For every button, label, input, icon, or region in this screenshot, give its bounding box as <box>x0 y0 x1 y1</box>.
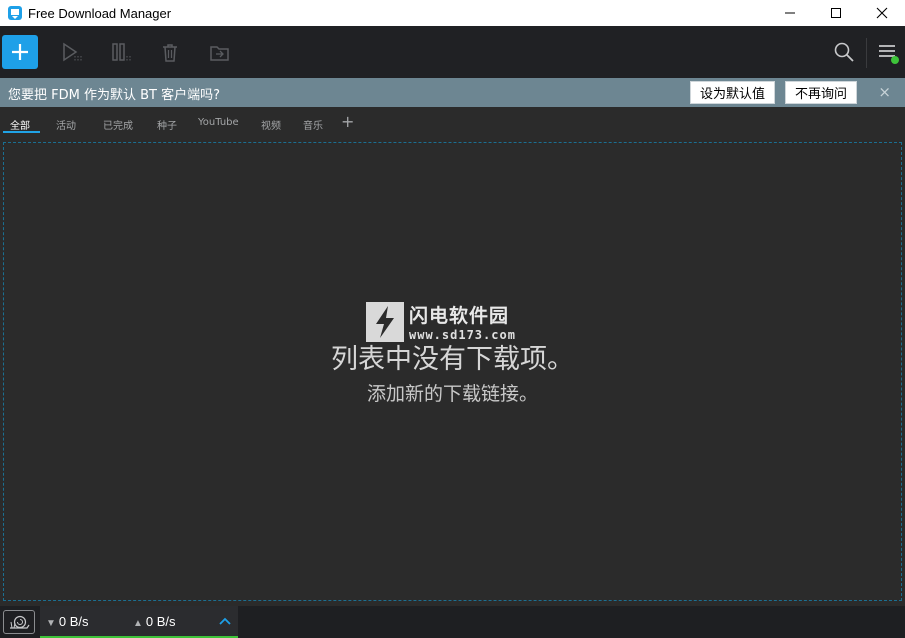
online-status-dot <box>891 56 899 64</box>
window-controls <box>767 0 905 26</box>
upload-speed-value: 0 B/s <box>145 614 176 629</box>
upload-speed: ▲ 0 B/s <box>133 614 176 629</box>
empty-list-title: 列表中没有下载项。 <box>331 344 574 375</box>
chevron-up-icon <box>219 617 231 625</box>
notice-text: 您要把 FDM 作为默认 BT 客户端吗? <box>8 88 220 103</box>
delete-button[interactable] <box>160 42 182 64</box>
set-default-button[interactable]: 设为默认值 <box>690 81 775 104</box>
add-download-button[interactable] <box>2 35 38 69</box>
speed-limit-button[interactable] <box>3 610 35 634</box>
dont-ask-again-button[interactable]: 不再询问 <box>785 81 857 104</box>
plus-icon <box>12 44 28 60</box>
download-speed: ▼ 0 B/s <box>46 614 89 629</box>
filter-tabs: 全部 活动 已完成 种子 YouTube 视频 音乐 + <box>0 107 905 140</box>
snail-icon <box>10 615 30 629</box>
status-bar: ▼ 0 B/s ▲ 0 B/s <box>0 606 905 638</box>
download-list-dropzone[interactable]: 闪电软件园 www.sd173.com 列表中没有下载项。 添加新的下载链接。 <box>3 142 902 601</box>
tab-music[interactable]: 音乐 <box>303 117 323 132</box>
download-speed-value: 0 B/s <box>58 614 89 629</box>
maximize-button[interactable] <box>813 0 859 26</box>
toolbar-separator <box>866 38 867 68</box>
watermark: 闪电软件园 www.sd173.com <box>366 301 516 342</box>
download-arrow-icon: ▼ <box>46 618 56 629</box>
pause-button[interactable] <box>111 42 133 64</box>
play-icon <box>63 42 82 62</box>
pause-icon <box>112 43 131 62</box>
close-button[interactable] <box>859 0 905 26</box>
minimize-icon <box>785 12 795 14</box>
maximize-icon <box>831 8 841 18</box>
add-tab-button[interactable]: + <box>341 114 354 130</box>
tab-youtube[interactable]: YouTube <box>198 117 239 128</box>
upload-arrow-icon: ▲ <box>133 618 143 629</box>
resume-button[interactable] <box>61 42 83 64</box>
move-folder-icon <box>210 46 229 61</box>
toolbar <box>0 26 905 78</box>
tab-completed[interactable]: 已完成 <box>103 117 133 132</box>
tab-torrents[interactable]: 种子 <box>157 117 177 132</box>
minimize-button[interactable] <box>767 0 813 26</box>
move-to-folder-button[interactable] <box>209 42 231 64</box>
tab-all[interactable]: 全部 <box>10 117 30 132</box>
close-icon <box>876 7 888 19</box>
default-client-notice: 您要把 FDM 作为默认 BT 客户端吗? 设为默认值 不再询问 × <box>0 78 905 107</box>
window-title: Free Download Manager <box>28 5 172 21</box>
active-tab-indicator <box>3 131 40 133</box>
search-button[interactable] <box>833 41 855 63</box>
fdm-logo-icon <box>7 5 23 21</box>
speed-panel: ▼ 0 B/s ▲ 0 B/s <box>40 606 238 638</box>
notice-close-icon[interactable]: × <box>878 83 891 101</box>
empty-list-subtitle: 添加新的下载链接。 <box>366 383 538 405</box>
trash-icon <box>163 44 177 62</box>
search-icon <box>834 42 854 62</box>
tab-active[interactable]: 活动 <box>56 117 76 132</box>
title-bar: Free Download Manager <box>0 0 905 26</box>
watermark-name: 闪电软件园 <box>409 305 510 327</box>
lightning-logo-icon <box>366 301 404 342</box>
tab-video[interactable]: 视频 <box>261 117 281 132</box>
speed-panel-toggle[interactable] <box>218 614 232 628</box>
